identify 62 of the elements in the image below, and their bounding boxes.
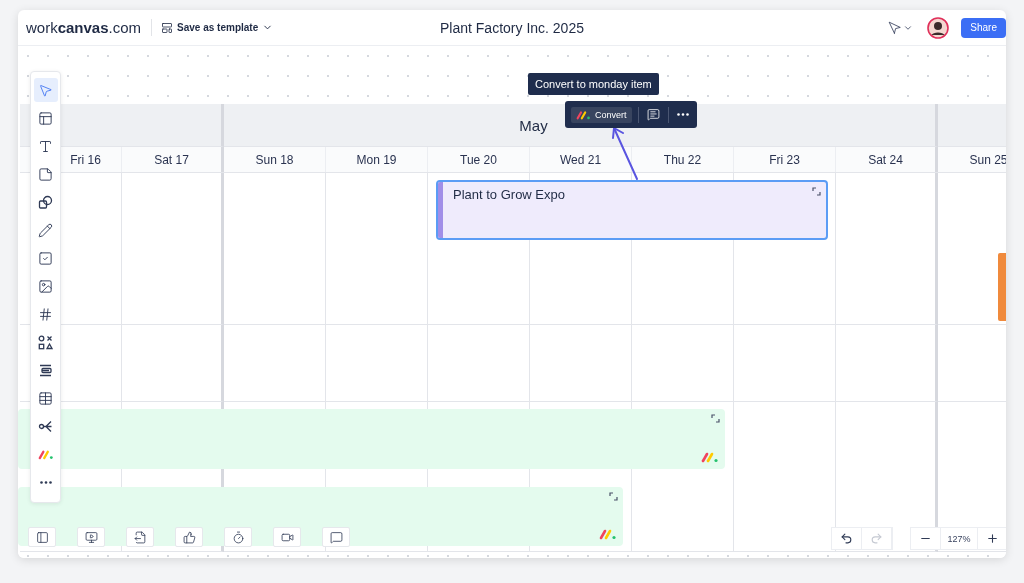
sidebar-button[interactable] [28,527,56,547]
mind-map-icon [38,418,53,434]
vote-button[interactable] [175,527,203,547]
monday-logo-icon [701,451,719,463]
tooltip: Convert to monday item [528,73,659,95]
day-header: Sat 24 [868,152,903,167]
monday-logo-icon [599,528,617,540]
task-icon [38,250,53,266]
convert-button[interactable]: Convert [571,106,632,123]
image-icon [38,278,53,294]
more-icon [676,113,689,116]
template-icon [161,21,174,34]
day-header: Wed 21 [559,152,602,167]
week-label: May [519,116,548,134]
pointer-icon [38,82,53,98]
comment-icon [329,530,343,544]
expand-icon[interactable] [609,492,618,501]
day-header: Fri 23 [769,152,800,167]
export-button[interactable] [126,527,154,547]
thumbs-up-icon [182,530,196,544]
comment-button[interactable] [644,106,662,123]
monday-logo-icon [37,448,54,460]
redo-icon [870,532,883,545]
day-header: Thu 22 [663,152,702,167]
comment-button[interactable] [322,527,350,547]
timer-button[interactable] [224,527,252,547]
text-icon [38,138,53,154]
board-title: Plant Factory Inc. 2025 [440,19,584,36]
timer-icon [231,530,245,544]
more-icon [39,480,52,484]
shapes-icon [38,194,53,210]
presentation-icon [84,530,98,544]
user-avatar[interactable] [927,16,950,39]
cursor-icon [888,20,903,35]
pencil-icon [38,222,53,238]
monday-logo-icon [576,109,591,120]
plus-icon [986,532,999,545]
grid-icon [38,306,53,322]
save-template-button[interactable]: Save as template [158,18,277,37]
sidebar-icon [35,530,49,544]
expand-icon[interactable] [711,414,720,423]
video-button[interactable] [273,527,301,547]
event-card[interactable]: Plant to Grow Expo [436,180,828,240]
file-export-icon [133,530,147,544]
day-header: Sun 18 [255,152,294,167]
present-button[interactable] [77,527,105,547]
sticky-note-icon [38,166,53,182]
day-header: Fri 16 [70,152,101,167]
day-header: Sat 17 [154,152,189,167]
undo-icon [840,532,853,545]
symbols-icon [38,334,53,350]
expand-icon[interactable] [812,187,821,196]
event-title: Plant to Grow Expo [452,186,566,204]
day-header: Mon 19 [356,152,397,167]
frame-icon [38,110,53,126]
share-button[interactable]: Share [961,17,1006,38]
table-icon [38,390,53,406]
align-icon [38,362,53,378]
logo: workcanvas.com [26,19,153,36]
day-header: Tue 20 [460,152,497,167]
more-button[interactable] [674,111,691,118]
comment-icon [646,108,660,121]
